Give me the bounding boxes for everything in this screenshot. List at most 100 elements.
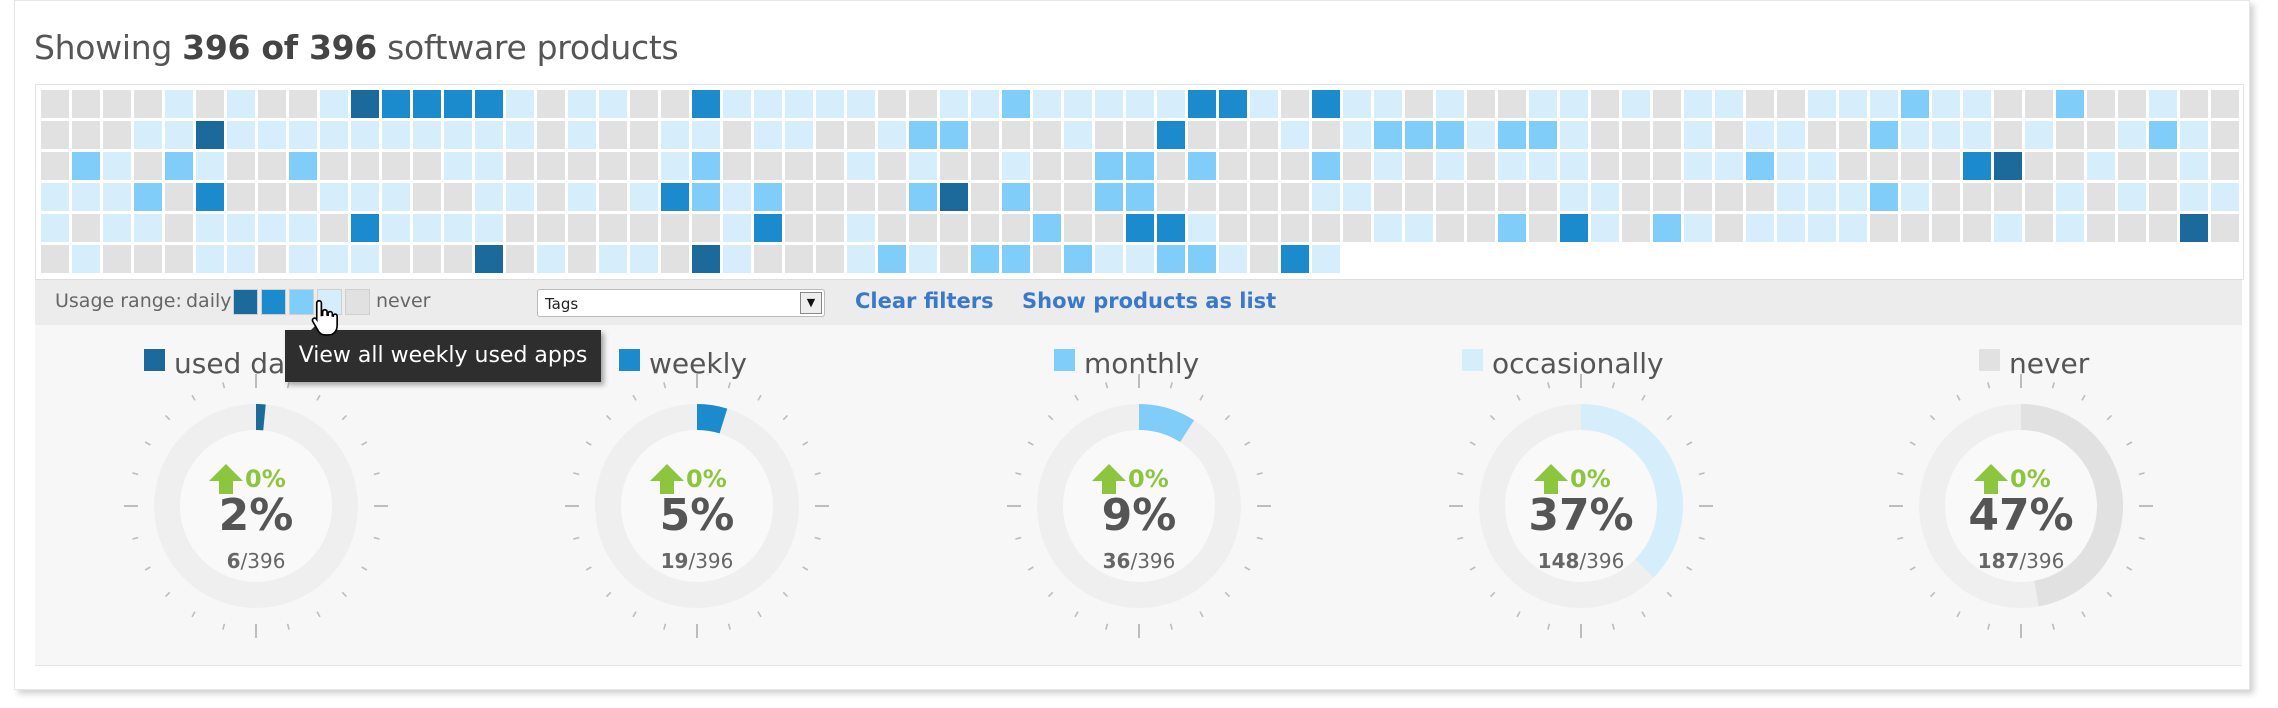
product-cell-never[interactable] — [41, 245, 69, 273]
product-cell-never[interactable] — [1467, 90, 1495, 118]
product-cell-occasionally[interactable] — [568, 183, 596, 211]
product-cell-never[interactable] — [2025, 152, 2053, 180]
product-cell-never[interactable] — [785, 152, 813, 180]
product-cell-never[interactable] — [413, 183, 441, 211]
product-cell-occasionally[interactable] — [1436, 90, 1464, 118]
product-cell-never[interactable] — [1777, 90, 1805, 118]
product-cell-never[interactable] — [1839, 152, 1867, 180]
product-cell-never[interactable] — [1219, 183, 1247, 211]
product-cell-occasionally[interactable] — [289, 245, 317, 273]
product-cell-occasionally[interactable] — [1777, 152, 1805, 180]
product-cell-never[interactable] — [2211, 152, 2239, 180]
product-cell-never[interactable] — [909, 214, 937, 242]
product-cell-occasionally[interactable] — [1126, 90, 1154, 118]
product-cell-occasionally[interactable] — [1963, 90, 1991, 118]
product-cell-occasionally[interactable] — [196, 152, 224, 180]
product-cell-never[interactable] — [2149, 183, 2177, 211]
product-cell-occasionally[interactable] — [1250, 90, 1278, 118]
product-cell-never[interactable] — [785, 183, 813, 211]
product-cell-occasionally[interactable] — [72, 245, 100, 273]
product-cell-occasionally[interactable] — [72, 183, 100, 211]
product-cell-never[interactable] — [289, 90, 317, 118]
product-cell-never[interactable] — [1653, 152, 1681, 180]
product-cell-never[interactable] — [785, 214, 813, 242]
product-cell-occasionally[interactable] — [506, 121, 534, 149]
product-cell-never[interactable] — [1653, 121, 1681, 149]
product-cell-never[interactable] — [1250, 214, 1278, 242]
product-cell-occasionally[interactable] — [196, 245, 224, 273]
product-cell-monthly[interactable] — [2056, 90, 2084, 118]
product-cell-never[interactable] — [1126, 121, 1154, 149]
product-cell-never[interactable] — [1746, 183, 1774, 211]
product-cell-monthly[interactable] — [1095, 183, 1123, 211]
product-cell-never[interactable] — [661, 90, 689, 118]
product-cell-occasionally[interactable] — [1343, 90, 1371, 118]
product-cell-occasionally[interactable] — [1157, 90, 1185, 118]
product-cell-never[interactable] — [1095, 214, 1123, 242]
product-cell-never[interactable] — [909, 90, 937, 118]
product-cell-never[interactable] — [1746, 90, 1774, 118]
product-cell-occasionally[interactable] — [1064, 121, 1092, 149]
product-cell-never[interactable] — [537, 152, 565, 180]
product-cell-weekly[interactable] — [475, 90, 503, 118]
product-cell-occasionally[interactable] — [134, 121, 162, 149]
product-cell-never[interactable] — [971, 214, 999, 242]
product-cell-never[interactable] — [1188, 121, 1216, 149]
product-cell-occasionally[interactable] — [506, 183, 534, 211]
product-cell-never[interactable] — [1281, 90, 1309, 118]
product-cell-never[interactable] — [1653, 90, 1681, 118]
product-cell-occasionally[interactable] — [1932, 90, 1960, 118]
product-cell-occasionally[interactable] — [351, 121, 379, 149]
product-cell-never[interactable] — [1808, 121, 1836, 149]
product-cell-never[interactable] — [506, 214, 534, 242]
product-cell-daily[interactable] — [1994, 152, 2022, 180]
product-cell-occasionally[interactable] — [475, 214, 503, 242]
product-cell-never[interactable] — [847, 121, 875, 149]
product-cell-weekly[interactable] — [351, 214, 379, 242]
swatch-daily[interactable] — [233, 289, 258, 315]
product-cell-occasionally[interactable] — [2211, 183, 2239, 211]
product-cell-occasionally[interactable] — [320, 245, 348, 273]
product-cell-never[interactable] — [1033, 183, 1061, 211]
product-cell-occasionally[interactable] — [41, 183, 69, 211]
product-cell-never[interactable] — [816, 121, 844, 149]
product-cell-occasionally[interactable] — [1002, 152, 1030, 180]
product-cell-occasionally[interactable] — [351, 183, 379, 211]
product-cell-monthly[interactable] — [1002, 245, 1030, 273]
product-cell-never[interactable] — [971, 183, 999, 211]
product-cell-never[interactable] — [72, 90, 100, 118]
product-cell-occasionally[interactable] — [382, 214, 410, 242]
product-cell-occasionally[interactable] — [599, 245, 627, 273]
product-cell-never[interactable] — [568, 152, 596, 180]
product-cell-never[interactable] — [754, 245, 782, 273]
product-cell-never[interactable] — [41, 90, 69, 118]
product-cell-never[interactable] — [134, 90, 162, 118]
product-cell-monthly[interactable] — [289, 152, 317, 180]
product-cell-daily[interactable] — [196, 121, 224, 149]
product-cell-never[interactable] — [785, 245, 813, 273]
product-cell-never[interactable] — [506, 152, 534, 180]
product-cell-never[interactable] — [2211, 90, 2239, 118]
product-cell-never[interactable] — [2211, 121, 2239, 149]
product-cell-never[interactable] — [1405, 90, 1433, 118]
product-cell-never[interactable] — [1250, 245, 1278, 273]
product-cell-occasionally[interactable] — [1126, 245, 1154, 273]
product-cell-occasionally[interactable] — [909, 152, 937, 180]
product-cell-monthly[interactable] — [971, 245, 999, 273]
product-cell-never[interactable] — [599, 152, 627, 180]
product-cell-never[interactable] — [816, 183, 844, 211]
product-cell-never[interactable] — [2180, 90, 2208, 118]
product-cell-monthly[interactable] — [1188, 152, 1216, 180]
product-cell-occasionally[interactable] — [1529, 90, 1557, 118]
product-cell-never[interactable] — [1374, 183, 1402, 211]
product-cell-never[interactable] — [537, 121, 565, 149]
product-cell-never[interactable] — [1870, 214, 1898, 242]
product-cell-occasionally[interactable] — [971, 90, 999, 118]
product-cell-occasionally[interactable] — [1095, 90, 1123, 118]
product-cell-never[interactable] — [1343, 152, 1371, 180]
product-cell-occasionally[interactable] — [1684, 152, 1712, 180]
product-cell-monthly[interactable] — [940, 121, 968, 149]
product-cell-occasionally[interactable] — [1901, 121, 1929, 149]
product-cell-never[interactable] — [1684, 183, 1712, 211]
product-cell-never[interactable] — [599, 214, 627, 242]
